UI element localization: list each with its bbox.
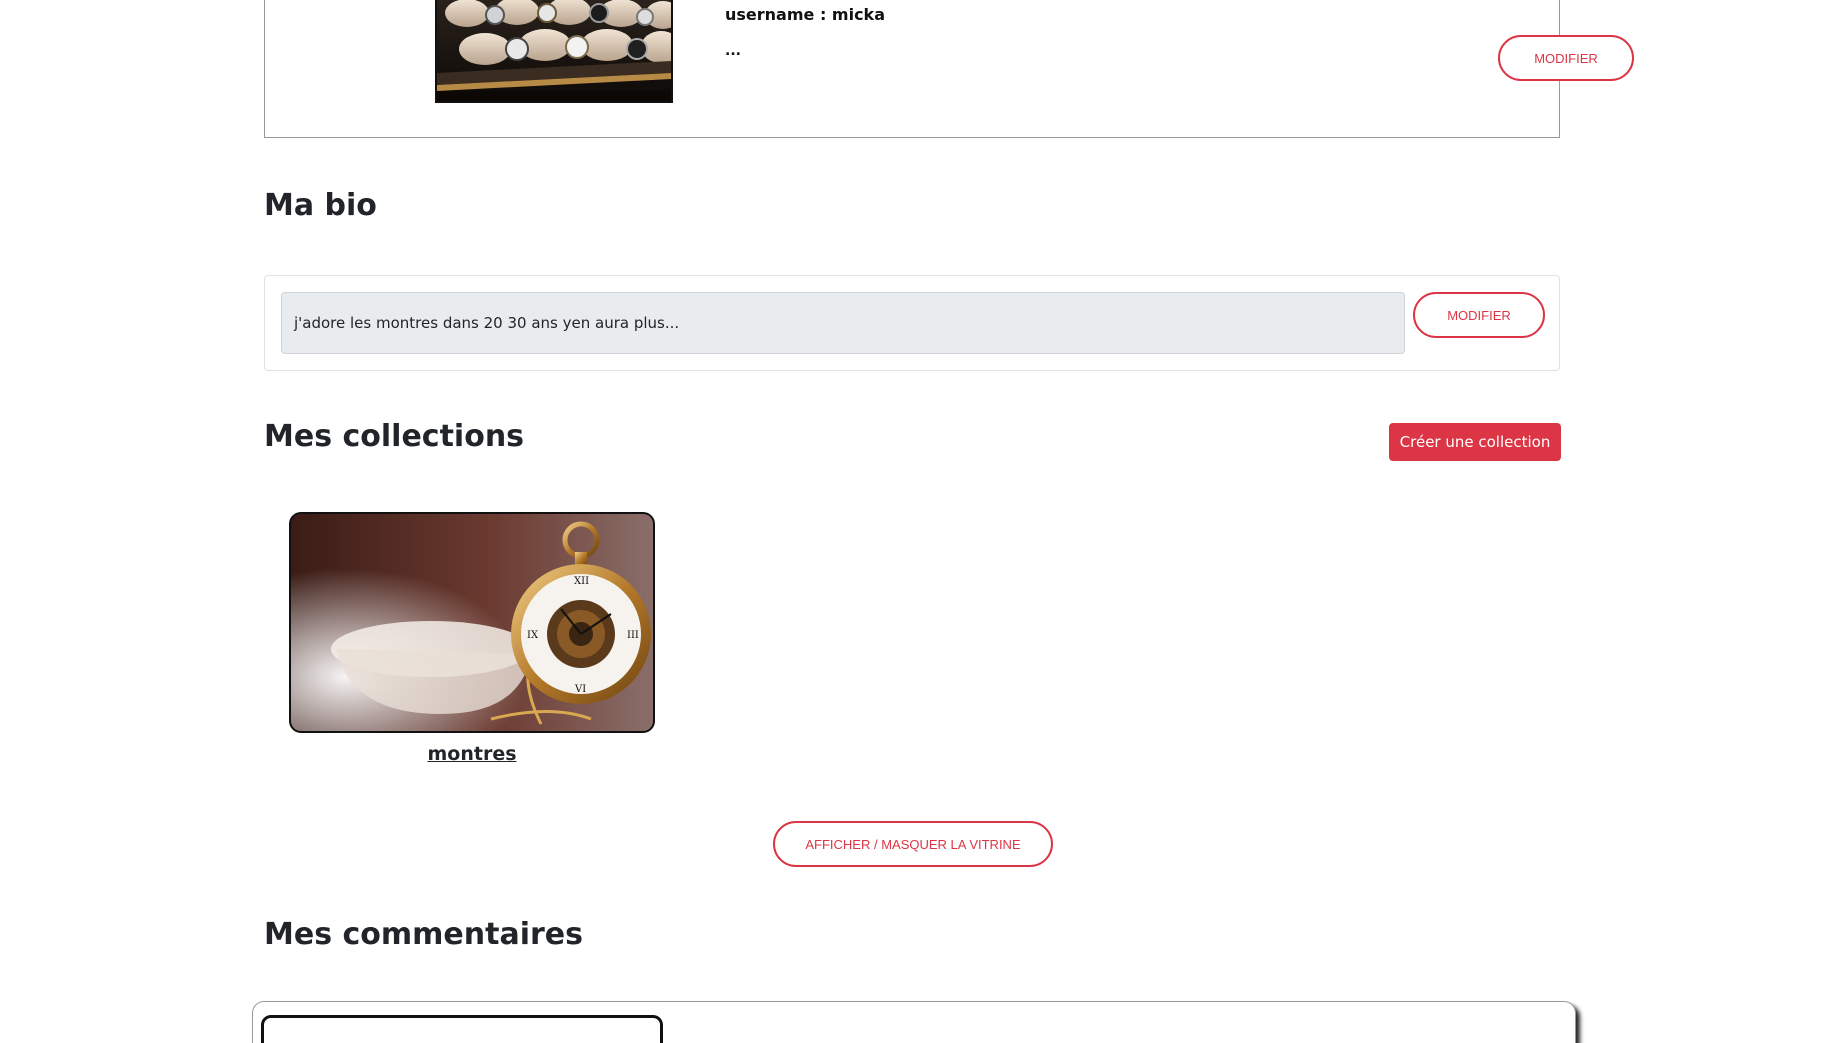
profile-username: username : micka xyxy=(725,5,885,24)
collections-title: Mes collections xyxy=(264,419,525,454)
toggle-vitrine-button[interactable]: AFFICHER / MASQUER LA VITRINE xyxy=(773,821,1053,867)
create-collection-button[interactable]: Créer une collection xyxy=(1389,423,1561,461)
profile-photo xyxy=(435,0,673,103)
svg-text:VI: VI xyxy=(574,684,586,695)
svg-text:XII: XII xyxy=(574,576,589,587)
collection-name-link[interactable]: montres xyxy=(289,743,655,765)
comments-card xyxy=(252,1001,1576,1043)
bio-title: Ma bio xyxy=(264,188,377,223)
watch-display-image xyxy=(437,0,671,101)
bio-card: j'adore les montres dans 20 30 ans yen a… xyxy=(264,275,1560,371)
profile-extra-info: ... xyxy=(725,43,741,59)
comments-title: Mes commentaires xyxy=(264,917,583,952)
collection-thumbnail[interactable]: XII III VI IX xyxy=(289,512,655,733)
comment-item xyxy=(261,1015,663,1043)
svg-text:IX: IX xyxy=(527,630,539,641)
svg-text:III: III xyxy=(627,630,639,641)
bio-text-field[interactable]: j'adore les montres dans 20 30 ans yen a… xyxy=(281,292,1405,354)
collection-card[interactable]: XII III VI IX montres xyxy=(289,512,655,765)
profile-page: username : micka ... MODIFIER Ma bio j'a… xyxy=(0,0,1822,1043)
pocket-watch-image: XII III VI IX xyxy=(291,514,653,731)
edit-bio-button[interactable]: MODIFIER xyxy=(1413,292,1545,338)
profile-card: username : micka ... MODIFIER xyxy=(264,0,1634,138)
edit-profile-button[interactable]: MODIFIER xyxy=(1498,35,1634,81)
